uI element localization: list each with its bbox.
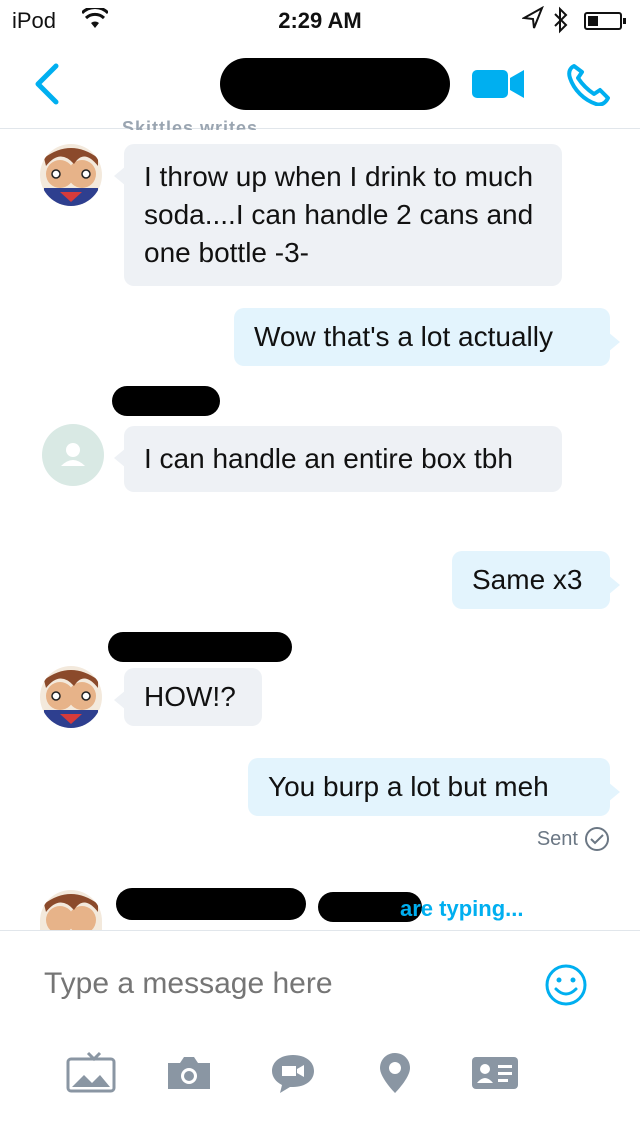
cartoon-avatar-image <box>40 144 102 206</box>
check-circle-icon <box>585 827 609 851</box>
chevron-left-icon[interactable] <box>28 60 68 108</box>
video-camera-icon[interactable] <box>470 66 526 102</box>
message-composer <box>0 930 640 1137</box>
video-message-icon[interactable] <box>268 1051 318 1095</box>
default-avatar-icon <box>61 443 85 466</box>
avatar[interactable] <box>40 666 102 728</box>
message-bubble[interactable]: Same x3 <box>452 551 620 609</box>
message-bubble[interactable]: I throw up when I drink to much soda....… <box>114 144 562 286</box>
sent-label: Sent <box>536 827 578 850</box>
typing-indicator: are typing... <box>400 896 524 921</box>
sent-status: Sent <box>537 826 610 852</box>
message-text: I can handle an entire box tbh <box>144 443 513 474</box>
contact-card-icon[interactable] <box>470 1051 520 1095</box>
message-text: Same x3 <box>472 564 583 595</box>
smiley-icon[interactable] <box>544 963 588 1007</box>
message-text: You burp a lot but meh <box>268 771 549 802</box>
avatar[interactable] <box>40 890 102 930</box>
phone-icon[interactable] <box>566 62 610 106</box>
partial-sender-label: Skittles writes <box>122 118 259 130</box>
redacted-sender-name <box>108 632 292 662</box>
bluetooth-icon <box>554 6 568 34</box>
message-text: Wow that's a lot actually <box>254 321 553 352</box>
location-pin-icon[interactable] <box>370 1051 420 1095</box>
message-bubble[interactable]: HOW!? <box>114 668 262 726</box>
avatar[interactable] <box>42 424 104 486</box>
message-bubble[interactable]: Wow that's a lot actually <box>234 308 620 366</box>
redacted-contact-name[interactable] <box>220 58 450 110</box>
message-text: HOW!? <box>144 681 236 712</box>
status-time: 2:29 AM <box>278 8 362 33</box>
conversation-header <box>0 40 640 129</box>
message-bubble[interactable]: I can handle an entire box tbh <box>114 426 562 492</box>
battery-icon <box>584 12 626 30</box>
avatar[interactable] <box>40 144 102 206</box>
cartoon-avatar-image <box>40 666 102 728</box>
redacted-typing-name <box>116 888 306 920</box>
message-bubble[interactable]: You burp a lot but meh <box>248 758 620 816</box>
message-text: I throw up when I drink to much soda....… <box>144 161 534 268</box>
message-input[interactable] <box>42 961 516 1007</box>
redacted-sender-name <box>112 386 220 416</box>
camera-icon[interactable] <box>164 1051 214 1095</box>
location-icon <box>522 6 544 29</box>
cartoon-avatar-image <box>40 890 102 930</box>
gallery-icon[interactable] <box>66 1051 116 1095</box>
status-bar: iPod 2:29 AM <box>0 0 640 40</box>
